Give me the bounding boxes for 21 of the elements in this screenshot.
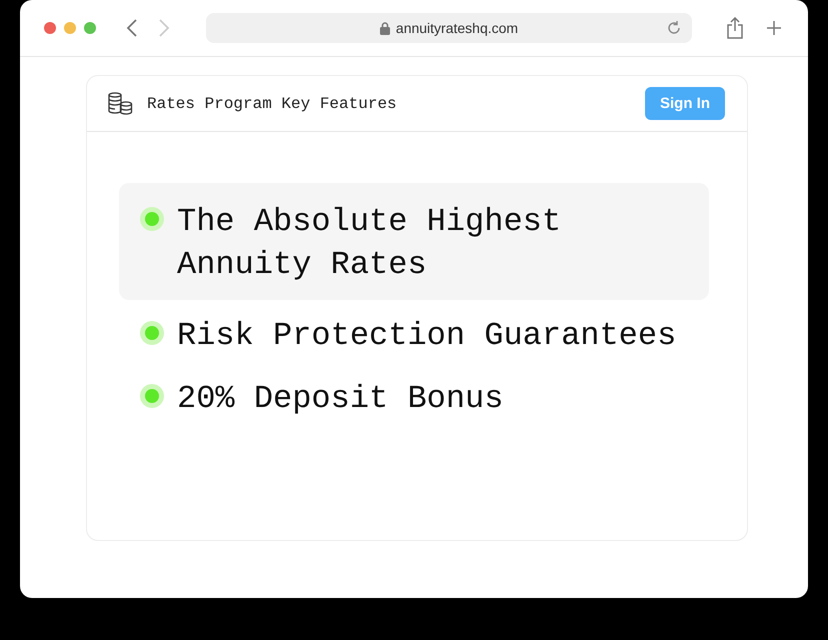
address-bar[interactable]: annuityrateshq.com <box>206 13 692 43</box>
bullet-dot <box>145 326 159 340</box>
back-icon[interactable] <box>126 18 138 38</box>
bullet-dot <box>145 389 159 403</box>
share-icon[interactable] <box>726 17 744 39</box>
feature-item[interactable]: 20% Deposit Bonus <box>119 367 709 430</box>
minimize-window-button[interactable] <box>64 22 76 34</box>
card-title: Rates Program Key Features <box>147 94 398 112</box>
feature-text: 20% Deposit Bonus <box>177 379 504 419</box>
bullet-dot <box>145 212 159 226</box>
new-tab-icon[interactable] <box>766 20 782 36</box>
feature-item[interactable]: Risk Protection Guarantees <box>119 304 709 367</box>
coins-icon <box>107 92 133 116</box>
zoom-window-button[interactable] <box>84 22 96 34</box>
url-text: annuityrateshq.com <box>396 20 518 36</box>
lock-icon <box>380 22 390 34</box>
feature-item[interactable]: The Absolute Highest Annuity Rates <box>119 183 709 300</box>
feature-text: The Absolute Highest Annuity Rates <box>177 202 562 285</box>
feature-text: Risk Protection Guarantees <box>177 316 676 356</box>
close-window-button[interactable] <box>44 22 56 34</box>
reload-icon[interactable] <box>666 20 682 36</box>
